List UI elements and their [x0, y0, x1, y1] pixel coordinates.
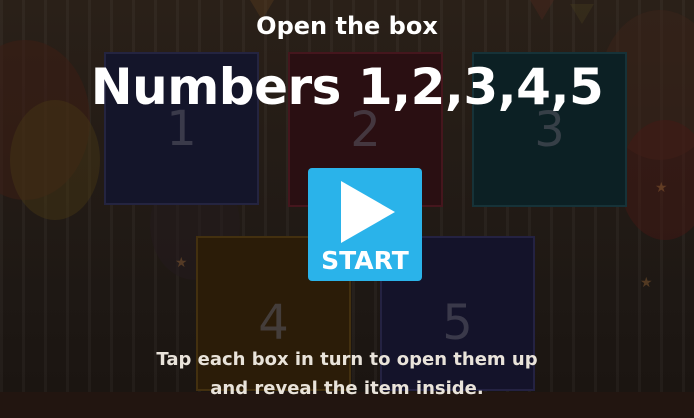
- activity-headline: Numbers 1,2,3,4,5: [90, 58, 604, 116]
- instructions-text: Tap each box in turn to open them up and…: [156, 349, 538, 399]
- play-icon: [341, 181, 395, 243]
- star-decoration: ★: [640, 275, 653, 291]
- balloon-decoration: [10, 100, 100, 220]
- box-number: 4: [258, 294, 289, 351]
- start-button[interactable]: START: [308, 168, 422, 281]
- start-button-label: START: [321, 246, 409, 275]
- page-title: Open the box: [256, 12, 438, 40]
- star-decoration: ★: [175, 255, 188, 271]
- box-number: 5: [442, 294, 473, 351]
- star-decoration: ★: [655, 180, 668, 196]
